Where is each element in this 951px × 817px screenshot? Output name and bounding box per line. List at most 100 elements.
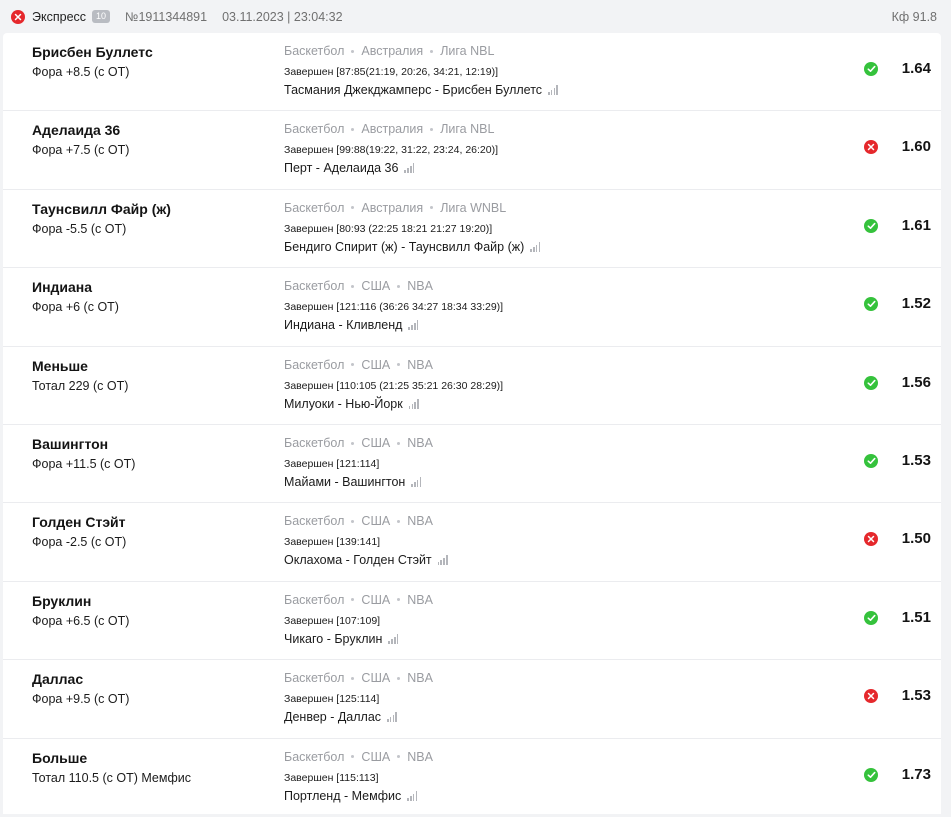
separator-dot — [351, 49, 355, 53]
match-teams[interactable]: Майами - Вашингтон — [284, 475, 405, 489]
separator-dot — [351, 206, 355, 210]
event-result: Завершен [87:85(21:19, 20:26, 34:21, 12:… — [284, 66, 499, 78]
x-circle-icon — [11, 9, 25, 24]
x-circle-icon — [864, 532, 878, 547]
league-label: NBA — [407, 436, 433, 450]
country-label: Австралия — [361, 44, 424, 58]
statistics-icon[interactable] — [548, 85, 559, 95]
country-label: Австралия — [361, 122, 424, 137]
event-category: Баскетбол США NBA — [284, 279, 433, 293]
statistics-icon[interactable] — [530, 241, 541, 252]
selection-outcome: Аделаида 36 — [32, 122, 121, 139]
statistics-icon[interactable] — [388, 633, 399, 644]
country-label: США — [361, 592, 391, 607]
bet-selection-row: Меньше Тотал 229 (с ОТ) Баскетбол США NBA Зав… — [3, 347, 941, 425]
event-match: Портленд - Мемфис — [284, 789, 418, 803]
match-teams[interactable]: Чикаго - Бруклин — [284, 632, 382, 646]
selection-market: Тотал 110.5 (с ОТ) Мемфис — [32, 770, 191, 785]
league-label: Лига NBL — [440, 44, 495, 58]
selection-coefficient: 1.64 — [901, 60, 931, 77]
selection-market: Фора +11.5 (с ОТ) — [32, 457, 136, 471]
sport-label: Баскетбол — [284, 122, 345, 137]
check-circle-icon — [864, 454, 878, 468]
event-match: Оклахома - Голден Стэйт — [284, 553, 449, 567]
match-teams[interactable]: Денвер - Даллас — [284, 710, 381, 724]
separator-dot — [397, 441, 401, 445]
bet-selection-row: Голден Стэйт Фора -2.5 (с ОТ) Баскетбол США… — [3, 503, 941, 582]
selection-outcome: Вашингтон — [32, 436, 109, 452]
match-teams[interactable]: Тасмания Джекджамперс - Брисбен Буллетс — [284, 83, 542, 97]
separator-dot — [397, 284, 401, 288]
event-category: Баскетбол Австралия Лига WNBL — [284, 201, 506, 215]
selection-market: Фора +6.5 (с ОТ) — [32, 613, 130, 628]
sport-label: Баскетбол — [284, 200, 345, 215]
separator-dot — [397, 676, 401, 680]
statistics-icon[interactable] — [404, 163, 415, 174]
event-match: Бендиго Спирит (ж) - Таунсвилл Файр (ж) — [284, 240, 541, 254]
selections-count-badge: 10 — [92, 10, 111, 23]
sport-label: Баскетбол — [284, 671, 345, 686]
separator-dot — [351, 676, 355, 680]
statistics-icon[interactable] — [437, 555, 449, 566]
country-label: США — [361, 357, 391, 372]
event-match: Денвер - Даллас — [284, 710, 398, 724]
check-circle-icon — [864, 218, 878, 233]
selection-coefficient: 1.61 — [901, 216, 931, 234]
statistics-icon[interactable] — [407, 790, 418, 801]
check-circle-icon — [864, 610, 878, 625]
event-category: Баскетбол Австралия Лига NBL — [284, 122, 494, 136]
event-category: Баскетбол США NBA — [284, 671, 433, 685]
bet-selection-row: Индиана Фора +6 (с ОТ) Баскетбол США NBA Заве… — [3, 268, 941, 347]
selection-outcome: Меньше — [32, 357, 88, 374]
check-circle-icon — [864, 297, 878, 312]
match-teams[interactable]: Бендиго Спирит (ж) - Таунсвилл Файр (ж) — [284, 240, 524, 254]
country-label: США — [361, 279, 391, 294]
bet-type-title: Экспресс — [32, 9, 87, 24]
event-match: Майами - Вашингтон — [284, 475, 422, 489]
selection-outcome: Брисбен Буллетс — [32, 44, 153, 60]
statistics-icon[interactable] — [411, 477, 422, 487]
country-label: США — [361, 671, 391, 686]
match-teams[interactable]: Милуоки - Нью-Йорк — [284, 397, 403, 411]
league-label: NBA — [407, 671, 433, 686]
x-circle-icon — [864, 689, 878, 704]
match-teams[interactable]: Оклахома - Голден Стэйт — [284, 553, 432, 567]
country-label: США — [361, 749, 391, 764]
event-result: Завершен [110:105 (21:25 35:21 26:30 28:… — [284, 379, 504, 392]
selection-coefficient: 1.53 — [901, 687, 931, 705]
league-label: NBA — [407, 749, 433, 764]
selection-market: Фора +7.5 (с ОТ) — [32, 143, 130, 158]
event-category: Баскетбол Австралия Лига NBL — [284, 44, 494, 58]
league-label: NBA — [407, 592, 433, 607]
selection-coefficient: 1.73 — [901, 765, 931, 783]
selection-outcome: Индиана — [32, 279, 93, 296]
event-match: Милуоки - Нью-Йорк — [284, 397, 420, 411]
match-teams[interactable]: Индиана - Кливленд — [284, 318, 402, 332]
event-result: Завершен [125:114] — [284, 693, 380, 706]
match-teams[interactable]: Портленд - Мемфис — [284, 789, 401, 803]
event-category: Баскетбол США NBA — [284, 593, 433, 607]
selection-coefficient: 1.52 — [901, 295, 931, 313]
bet-selections-list: Брисбен Буллетс Фора +8.5 (с ОТ) Баскетбол… — [3, 33, 941, 814]
selection-coefficient: 1.53 — [901, 452, 931, 469]
statistics-icon[interactable] — [408, 320, 419, 331]
country-label: США — [361, 436, 391, 450]
statistics-icon[interactable] — [408, 398, 420, 409]
event-category: Баскетбол США NBA — [284, 436, 433, 450]
bet-selection-row: Даллас Фора +9.5 (с ОТ) Баскетбол США NBA Зав… — [3, 660, 941, 739]
country-label: США — [361, 514, 391, 529]
separator-dot — [351, 755, 355, 759]
event-category: Баскетбол США NBA — [284, 750, 433, 764]
selection-market: Тотал 229 (с ОТ) — [32, 378, 129, 393]
check-circle-icon — [864, 62, 878, 76]
event-match: Перт - Аделаида 36 — [284, 161, 416, 175]
statistics-icon[interactable] — [387, 712, 398, 723]
separator-dot — [430, 127, 434, 131]
bet-selection-row: Бруклин Фора +6.5 (с ОТ) Баскетбол США NBA За… — [3, 582, 941, 661]
event-result: Завершен [121:114] — [284, 458, 380, 470]
bet-selection-row: Больше Тотал 110.5 (с ОТ) Мемфис Баскетбол… — [3, 739, 941, 817]
selection-market: Фора +8.5 (с ОТ) — [32, 65, 130, 79]
selection-coefficient: 1.51 — [901, 608, 931, 626]
match-teams[interactable]: Перт - Аделаида 36 — [284, 161, 398, 175]
event-result: Завершен [115:113] — [284, 771, 379, 784]
